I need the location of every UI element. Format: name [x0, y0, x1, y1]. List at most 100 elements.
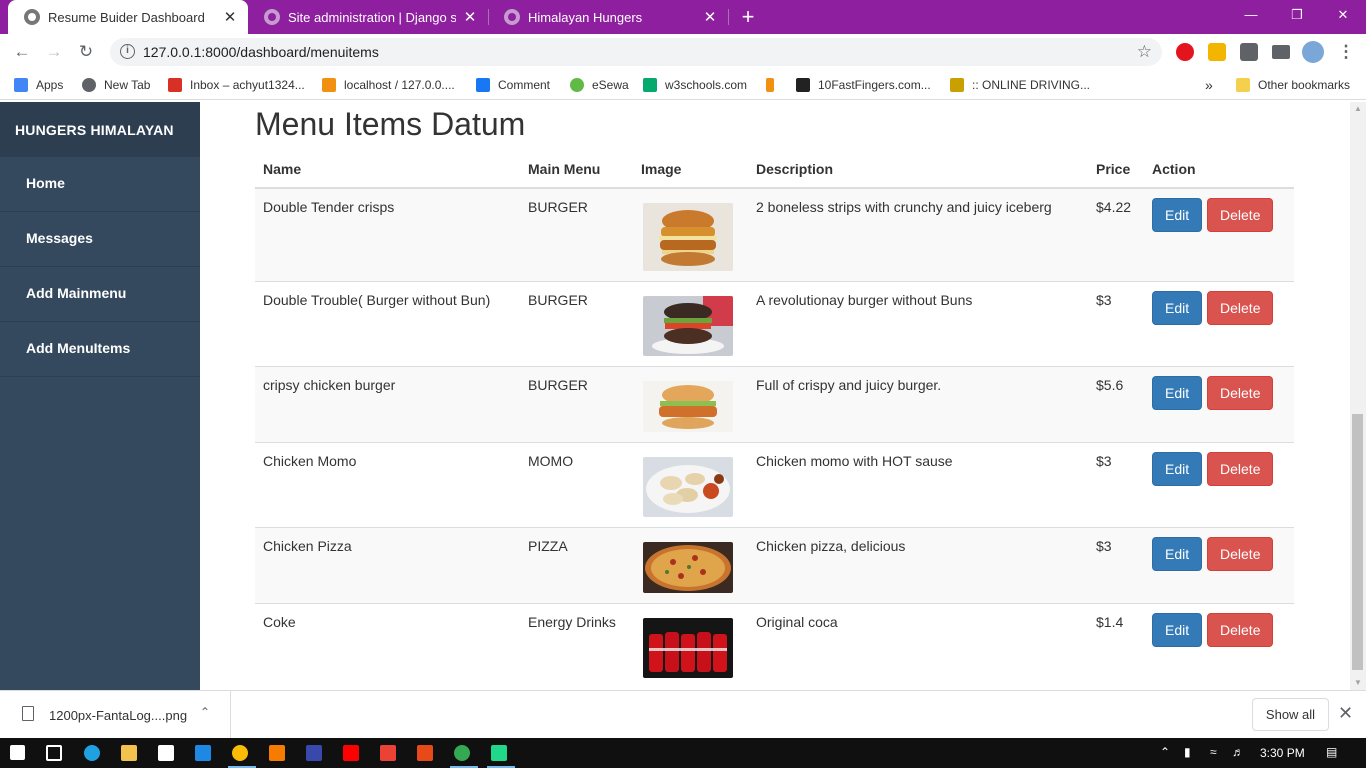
- media-queue-icon[interactable]: [1272, 45, 1290, 59]
- volume-icon[interactable]: ♬: [1232, 745, 1244, 759]
- forward-arrow-icon[interactable]: →: [42, 40, 66, 64]
- close-icon[interactable]: ✕: [462, 8, 478, 26]
- delete-button[interactable]: Delete: [1207, 198, 1274, 232]
- file-explorer-icon[interactable]: [121, 745, 137, 761]
- bookmark-label: Inbox – achyut1324...: [190, 78, 305, 92]
- battery-icon[interactable]: ▮: [1184, 745, 1191, 759]
- bookmark-apps[interactable]: Apps: [14, 76, 63, 94]
- download-file-name[interactable]: 1200px-FantaLog....png: [49, 708, 187, 723]
- clock-time[interactable]: 3:30 PM: [1260, 746, 1305, 760]
- windows-start-icon[interactable]: [10, 745, 25, 760]
- url-text[interactable]: 127.0.0.1:8000/dashboard/menuitems: [143, 44, 379, 60]
- edit-button[interactable]: Edit: [1152, 537, 1203, 571]
- store-icon[interactable]: [158, 745, 174, 761]
- lock-extension-icon[interactable]: [1208, 43, 1226, 61]
- sidebar-item-messages[interactable]: Messages: [0, 212, 200, 267]
- delete-button[interactable]: Delete: [1207, 613, 1274, 647]
- chevron-up-icon[interactable]: ⌃: [200, 705, 210, 719]
- bookmark-new-tab[interactable]: New Tab: [82, 76, 150, 94]
- close-icon[interactable]: ✕: [1338, 703, 1353, 724]
- xampp-icon[interactable]: [269, 745, 285, 761]
- sidebar-item-add-menuitems[interactable]: Add MenuItems: [0, 322, 200, 377]
- page-scrollbar[interactable]: ▲ ▼: [1350, 102, 1366, 690]
- back-arrow-icon[interactable]: ←: [10, 40, 34, 64]
- edit-button[interactable]: Edit: [1152, 376, 1203, 410]
- column-header-price: Price: [1088, 150, 1144, 189]
- new-tab-button[interactable]: +: [736, 4, 760, 30]
- bookmark-d[interactable]: [766, 76, 782, 94]
- bookmark-phpmyadmin[interactable]: localhost / 127.0.0....: [322, 76, 455, 94]
- d-icon: [766, 78, 774, 92]
- cell-description: Full of crispy and juicy burger.: [748, 366, 1088, 443]
- scrollbar-thumb[interactable]: [1352, 414, 1363, 670]
- bookmark-online-driving[interactable]: :: ONLINE DRIVING...: [950, 76, 1090, 94]
- delete-button[interactable]: Delete: [1207, 376, 1274, 410]
- info-icon[interactable]: i: [120, 44, 135, 59]
- tray-chevron-up-icon[interactable]: ⌃: [1160, 745, 1170, 759]
- tab-resume-builder-dashboard[interactable]: Resume Buider Dashboard ✕: [8, 0, 248, 34]
- menu-kebab-icon[interactable]: ⋮: [1334, 40, 1358, 64]
- cell-actions: Edit Delete: [1144, 366, 1294, 443]
- task-view-icon[interactable]: [46, 745, 62, 761]
- reload-icon[interactable]: ↻: [74, 40, 98, 64]
- chrome-icon[interactable]: [232, 745, 248, 761]
- edit-button[interactable]: Edit: [1152, 291, 1203, 325]
- tab-himalayan-hungers[interactable]: Himalayan Hungers ✕: [488, 0, 728, 34]
- sidebar-item-add-mainmenu[interactable]: Add Mainmenu: [0, 267, 200, 322]
- gmail-taskbar-icon[interactable]: [380, 745, 396, 761]
- bookmark-star-icon[interactable]: ☆: [1137, 42, 1152, 62]
- brand-title[interactable]: HUNGERS HIMALAYAN: [0, 102, 200, 157]
- notification-center-icon[interactable]: ▤: [1326, 745, 1337, 759]
- cell-price: $3: [1088, 281, 1144, 367]
- globe-icon: [264, 9, 280, 25]
- window-close-button[interactable]: ✕: [1320, 0, 1366, 30]
- w3schools-icon: [643, 78, 657, 92]
- cell-main-menu: BURGER: [520, 281, 633, 367]
- youtube-icon[interactable]: [343, 745, 359, 761]
- globe-icon: [24, 9, 40, 25]
- wifi-icon[interactable]: ≈: [1210, 745, 1217, 759]
- delete-button[interactable]: Delete: [1207, 291, 1274, 325]
- close-icon[interactable]: ✕: [222, 8, 238, 26]
- cell-actions: Edit Delete: [1144, 603, 1294, 688]
- bookmark-other-bookmarks[interactable]: Other bookmarks: [1236, 76, 1350, 94]
- bookmarks-overflow-chevron[interactable]: »: [1205, 76, 1213, 94]
- phpmyadmin-icon: [322, 78, 336, 92]
- tab-django-admin[interactable]: Site administration | Django site admin …: [248, 0, 488, 34]
- download-item[interactable]: 1200px-FantaLog....png ⌃: [0, 691, 231, 738]
- address-bar[interactable]: i 127.0.0.1:8000/dashboard/menuitems ☆: [110, 38, 1162, 66]
- cell-image: [633, 442, 748, 528]
- mail-icon[interactable]: [195, 745, 211, 761]
- facebook-icon: [476, 78, 490, 92]
- crispy-chicken-burger-image: [643, 381, 733, 432]
- profile-avatar[interactable]: [1302, 41, 1324, 63]
- show-all-button[interactable]: Show all: [1252, 698, 1329, 731]
- scroll-up-arrow-icon[interactable]: ▲: [1350, 102, 1366, 116]
- cell-name: Double Tender crisps: [255, 187, 520, 282]
- bookmark-gmail-inbox[interactable]: Inbox – achyut1324...: [168, 76, 305, 94]
- delete-button[interactable]: Delete: [1207, 452, 1274, 486]
- c-app-icon[interactable]: [306, 745, 322, 761]
- cell-name: Chicken Pizza: [255, 527, 520, 604]
- bookmark-w3schools[interactable]: w3schools.com: [643, 76, 747, 94]
- adblock-extension-icon[interactable]: [1176, 43, 1194, 61]
- bookmark-10fastfingers[interactable]: 10FastFingers.com...: [796, 76, 931, 94]
- cell-description: 2 boneless strips with crunchy and juicy…: [748, 187, 1088, 282]
- minimize-button[interactable]: —: [1228, 0, 1274, 30]
- edit-button[interactable]: Edit: [1152, 613, 1203, 647]
- close-icon[interactable]: ✕: [702, 8, 718, 26]
- pycharm-icon[interactable]: [491, 745, 507, 761]
- sidebar-item-home[interactable]: Home: [0, 157, 200, 212]
- extensions-puzzle-icon[interactable]: [1240, 43, 1258, 61]
- edit-button[interactable]: Edit: [1152, 198, 1203, 232]
- edge-icon[interactable]: [84, 745, 100, 761]
- bookmark-comment[interactable]: Comment: [476, 76, 550, 94]
- scroll-down-arrow-icon[interactable]: ▼: [1350, 676, 1366, 690]
- bookmark-esewa[interactable]: eSewa: [570, 76, 629, 94]
- restore-button[interactable]: ❐: [1274, 0, 1320, 30]
- edit-button[interactable]: Edit: [1152, 452, 1203, 486]
- office-icon[interactable]: [417, 745, 433, 761]
- browser-tab-strip: Resume Buider Dashboard ✕ Site administr…: [0, 0, 1366, 34]
- delete-button[interactable]: Delete: [1207, 537, 1274, 571]
- chrome-profile-icon[interactable]: [454, 745, 470, 761]
